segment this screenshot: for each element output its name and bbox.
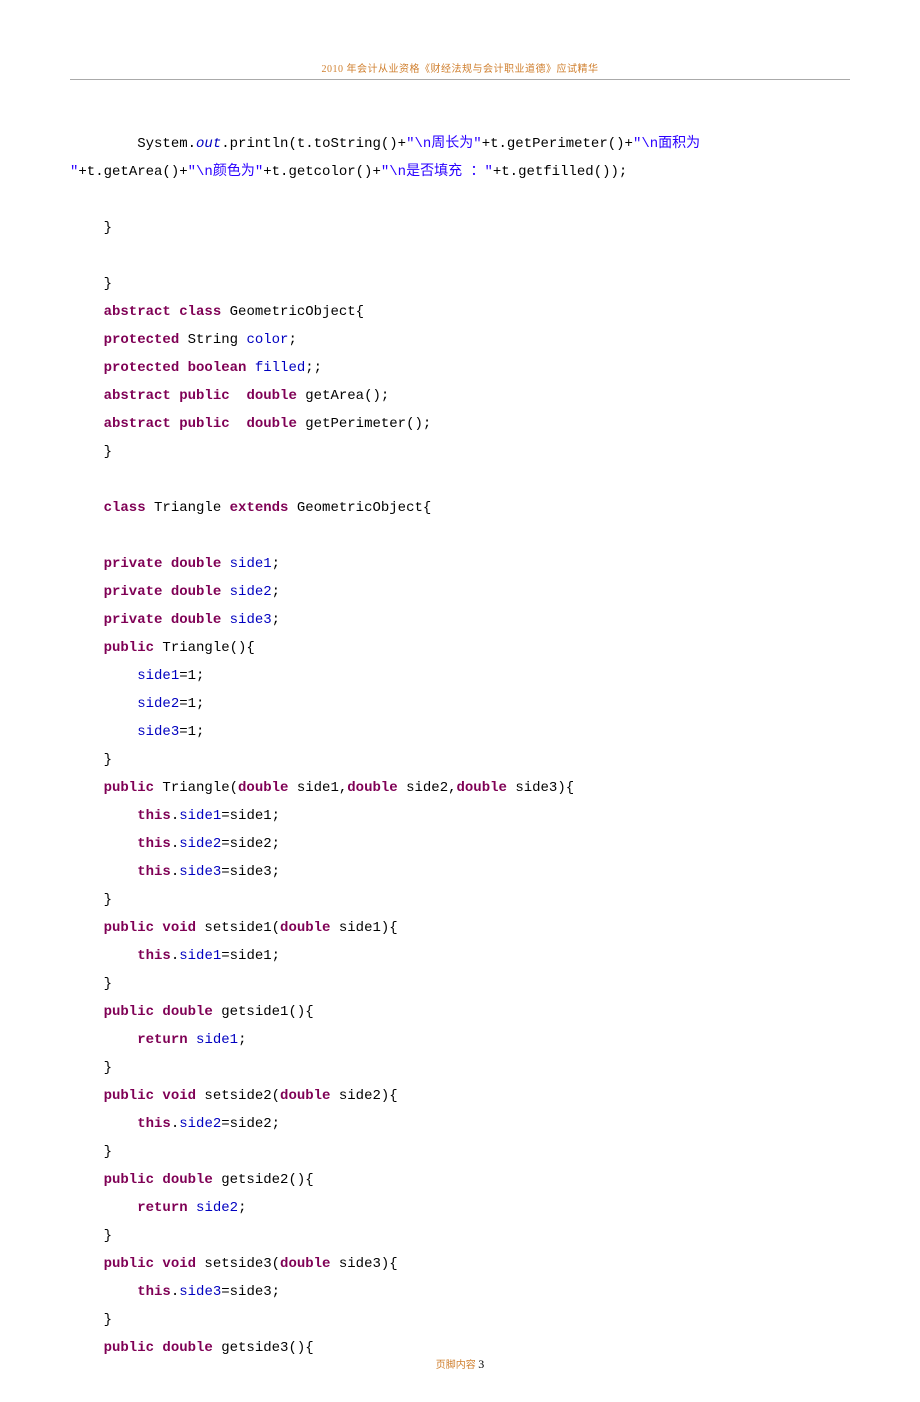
footer-label: 页脚内容 [436,1360,476,1371]
footer-page-number: 3 [478,1357,484,1371]
page-footer: 页脚内容 3 [0,1356,920,1372]
header-text: 2010 年会计从业资格《财经法规与会计职业道德》应试精华 [322,64,599,75]
header-divider [70,79,850,80]
code-block: System.out.println(t.toString()+"\n周长为"+… [70,130,850,1362]
page-header: 2010 年会计从业资格《财经法规与会计职业道德》应试精华 [70,60,850,80]
document-page: 2010 年会计从业资格《财经法规与会计职业道德》应试精华 System.out… [0,0,920,1402]
